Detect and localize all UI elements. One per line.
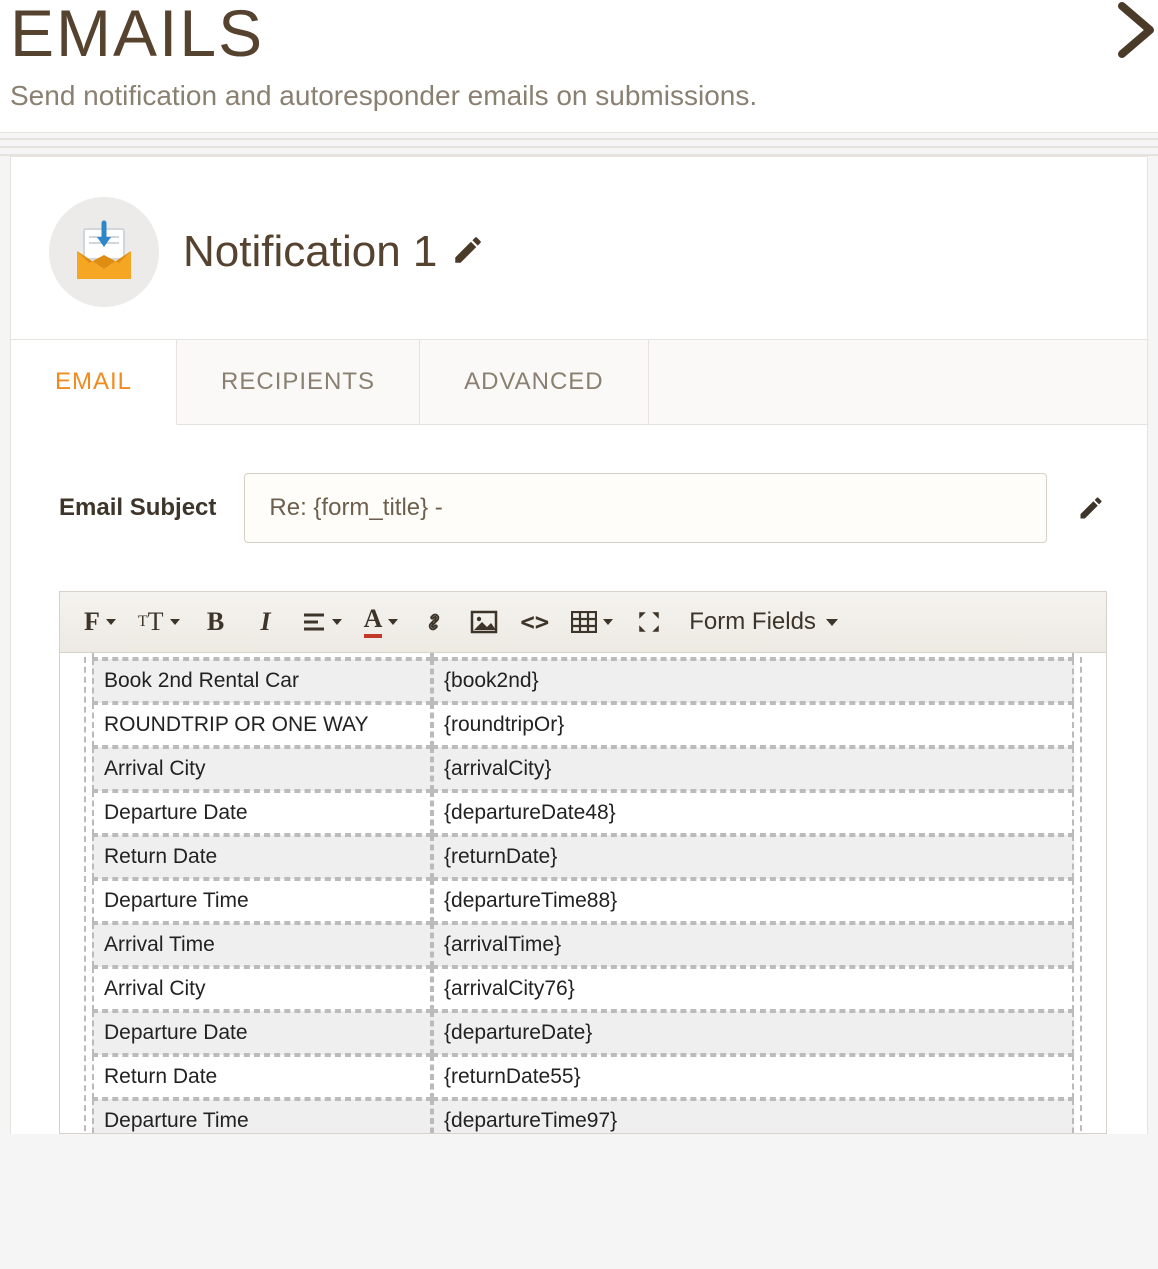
field-value-cell[interactable]: {arrivalTime} [432, 923, 1074, 967]
field-label-cell[interactable]: Arrival Time [92, 923, 432, 967]
table-row: ROUNDTRIP OR ONE WAY{roundtripOr} [92, 703, 1074, 747]
next-arrow[interactable] [1116, 0, 1158, 60]
editor-body[interactable]: Book Rental Car for:{bookRental33}Book 2… [60, 653, 1106, 1133]
italic-button[interactable]: I [246, 602, 286, 642]
field-value-cell[interactable]: {arrivalCity} [432, 747, 1074, 791]
rich-text-editor: F TT B I A <> Form Fields [59, 591, 1107, 1134]
table-row: Departure Date{departureDate} [92, 1011, 1074, 1055]
align-button[interactable] [296, 602, 348, 642]
subject-row: Email Subject [11, 425, 1147, 563]
subject-input[interactable] [244, 473, 1047, 543]
table-row: Book 2nd Rental Car{book2nd} [92, 659, 1074, 703]
tab-recipients[interactable]: RECIPIENTS [177, 340, 420, 424]
field-value-cell[interactable]: {returnDate} [432, 835, 1074, 879]
email-fields-table: Book Rental Car for:{bookRental33}Book 2… [92, 653, 1074, 1133]
field-value-cell[interactable]: {departureTime97} [432, 1099, 1074, 1133]
field-value-cell[interactable]: {roundtripOr} [432, 703, 1074, 747]
field-value-cell[interactable]: {returnDate55} [432, 1055, 1074, 1099]
edit-title-button[interactable] [451, 233, 485, 272]
field-value-cell[interactable]: {arrivalCity76} [432, 967, 1074, 1011]
subject-label: Email Subject [59, 494, 216, 522]
notification-panel: Notification 1 EMAIL RECIPIENTS ADVANCED… [10, 156, 1148, 1134]
field-label-cell[interactable]: Departure Time [92, 879, 432, 923]
notification-title: Notification 1 [183, 227, 437, 277]
tab-email[interactable]: EMAIL [11, 340, 177, 425]
table-row: Departure Time{departureTime97} [92, 1099, 1074, 1133]
field-value-cell[interactable]: {departureDate48} [432, 791, 1074, 835]
panel-header: Notification 1 [11, 157, 1147, 339]
field-label-cell[interactable]: Arrival City [92, 967, 432, 1011]
field-label-cell[interactable]: Return Date [92, 1055, 432, 1099]
field-label-cell[interactable]: Departure Date [92, 1011, 432, 1055]
table-row: Arrival City{arrivalCity76} [92, 967, 1074, 1011]
page-subtitle: Send notification and autoresponder emai… [10, 80, 1148, 112]
font-family-button[interactable]: F [78, 602, 122, 642]
image-button[interactable] [464, 602, 504, 642]
link-button[interactable] [414, 602, 454, 642]
subject-edit-button[interactable] [1075, 494, 1107, 522]
tabs: EMAIL RECIPIENTS ADVANCED [11, 339, 1147, 425]
field-value-cell[interactable]: {departureTime88} [432, 879, 1074, 923]
email-outer-table: Book Rental Car for:{bookRental33}Book 2… [84, 653, 1082, 1133]
fullscreen-button[interactable] [629, 602, 669, 642]
field-value-cell[interactable]: {departureDate} [432, 1011, 1074, 1055]
page-header: EMAILS Send notification and autorespond… [0, 0, 1158, 132]
editor-toolbar: F TT B I A <> Form Fields [60, 592, 1106, 653]
table-row: Departure Date{departureDate48} [92, 791, 1074, 835]
tab-spacer [649, 340, 1147, 424]
bold-button[interactable]: B [196, 602, 236, 642]
form-fields-dropdown[interactable]: Form Fields [679, 602, 848, 642]
divider-stripe [0, 132, 1158, 156]
source-code-button[interactable]: <> [514, 602, 555, 642]
table-row: Return Date{returnDate55} [92, 1055, 1074, 1099]
field-label-cell[interactable]: Arrival City [92, 747, 432, 791]
table-row: Departure Time{departureTime88} [92, 879, 1074, 923]
field-value-cell[interactable]: {book2nd} [432, 659, 1074, 703]
font-size-button[interactable]: TT [132, 602, 186, 642]
field-label-cell[interactable]: Book 2nd Rental Car [92, 659, 432, 703]
field-label-cell[interactable]: Return Date [92, 835, 432, 879]
table-button[interactable] [565, 602, 619, 642]
text-color-button[interactable]: A [358, 602, 405, 642]
table-row: Return Date{returnDate} [92, 835, 1074, 879]
table-row: Arrival City{arrivalCity} [92, 747, 1074, 791]
field-label-cell[interactable]: ROUNDTRIP OR ONE WAY [92, 703, 432, 747]
email-notification-icon [49, 197, 159, 307]
field-label-cell[interactable]: Departure Date [92, 791, 432, 835]
page-title: EMAILS [10, 0, 1148, 66]
field-label-cell[interactable]: Departure Time [92, 1099, 432, 1133]
table-row: Arrival Time{arrivalTime} [92, 923, 1074, 967]
tab-advanced[interactable]: ADVANCED [420, 340, 649, 424]
